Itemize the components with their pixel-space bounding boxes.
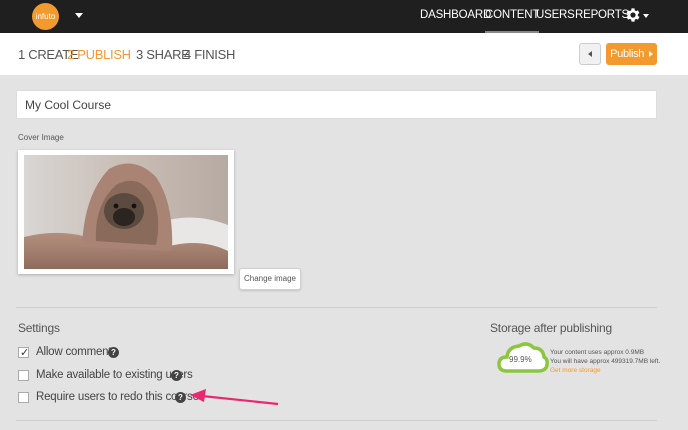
settings-title: Settings [18,321,60,335]
section-divider [16,307,657,308]
caret-right-icon [648,51,653,57]
top-navbar: infuto DASHBOARD CONTENT USERS REPORTS [0,0,688,33]
allow-comments-label[interactable]: Allow comments [36,346,117,358]
step-finish[interactable]: 4 FINISH [184,47,235,62]
step-share[interactable]: 3 SHARE [136,47,190,62]
question-circle-icon[interactable]: ? [171,370,182,381]
storage-usage-text: Your content uses approx 0.9MB [550,349,645,356]
settings-caret-icon[interactable] [643,14,649,18]
cover-image-label: Cover Image [18,133,64,142]
question-circle-icon[interactable]: ? [108,347,119,358]
checkmark-icon: ✓ [20,347,30,359]
annotation-arrow-icon [190,389,279,406]
cover-image-frame [18,150,234,274]
caret-left-icon [588,51,592,57]
cover-image [24,155,228,269]
nav-content[interactable]: CONTENT [485,0,539,33]
publish-label: Publish [610,48,645,60]
publish-button[interactable]: Publish [606,43,657,65]
redo-course-checkbox[interactable] [18,392,29,403]
step-publish[interactable]: 2 PUBLISH [67,47,131,62]
account-caret-icon[interactable] [75,13,83,18]
question-circle-icon[interactable]: ? [175,392,186,403]
nav-dashboard[interactable]: DASHBOARD [420,0,491,33]
existing-users-label[interactable]: Make available to existing users [36,369,193,381]
nav-users[interactable]: USERS [536,0,575,33]
storage-percent: 99.9% [509,355,532,364]
step-bar: 1 CREATE 2 PUBLISH 3 SHARE 4 FINISH Publ… [0,33,688,75]
course-title-input[interactable] [16,90,657,119]
existing-users-checkbox[interactable] [18,370,29,381]
section-divider [16,420,657,421]
brand-logo[interactable]: infuto [32,3,59,30]
storage-title: Storage after publishing [490,321,612,335]
get-more-storage-link[interactable]: Get more storage [550,367,601,374]
gear-icon[interactable] [624,6,642,24]
allow-comments-checkbox[interactable]: ✓ [18,347,30,359]
back-button[interactable] [579,43,601,65]
nav-reports[interactable]: REPORTS [575,0,629,33]
change-image-button[interactable]: Change image [239,268,301,290]
storage-remaining-text: You will have approx 499319.7MB left. [550,358,661,365]
